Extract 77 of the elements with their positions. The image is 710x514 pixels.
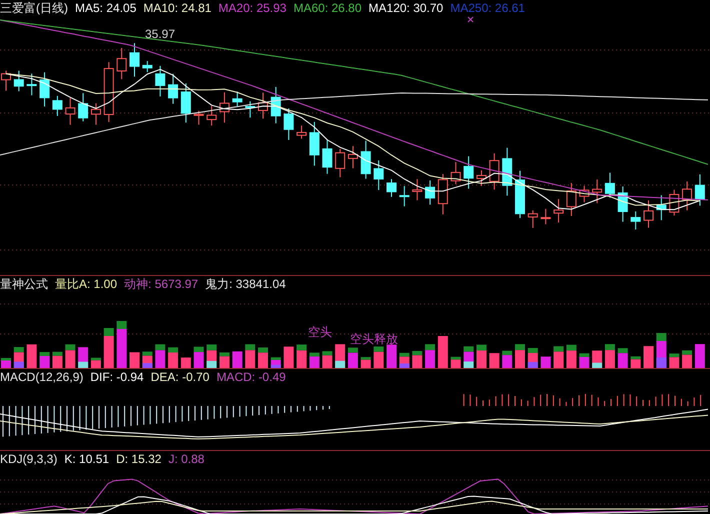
cross-marker-icon [468, 16, 474, 22]
legend-text: 量神公式 [0, 277, 48, 292]
candlestick [142, 60, 152, 73]
candlestick [116, 47, 127, 80]
candlestick [284, 108, 294, 140]
candlestick [554, 198, 564, 223]
chart-annotation: 空头 [308, 325, 332, 339]
candlestick [65, 97, 76, 126]
candlestick [694, 174, 705, 206]
candlestick [682, 180, 692, 211]
candlestick [26, 73, 37, 96]
candlestick [130, 42, 140, 78]
candlestick [656, 194, 666, 221]
candlestick [438, 174, 448, 215]
candlestick [386, 178, 396, 198]
candlestick [232, 91, 242, 107]
candlestick [630, 210, 641, 230]
peak-price-label: 35.97 [145, 27, 176, 41]
legend-text: MA250: 26.61 [450, 1, 525, 16]
candlestick [540, 208, 551, 225]
candlestick [360, 140, 371, 180]
candlestick [168, 73, 178, 104]
legend-text: DEA: -0.70 [150, 370, 210, 385]
candlestick [425, 180, 436, 206]
candlestick [322, 138, 332, 174]
candlestick [604, 172, 615, 198]
legend-text: 动神: 5673.97 [124, 277, 198, 292]
candlestick [592, 178, 602, 204]
candlestick [579, 185, 590, 203]
legend-text: KDJ(9,3,3) [0, 452, 58, 467]
candlestick [528, 210, 538, 228]
legend-text: MA120: 30.70 [368, 1, 444, 16]
legend-text: 鬼力: 33841.04 [205, 277, 286, 292]
candlestick [348, 146, 358, 169]
chart-annotation: 空头释放 [350, 332, 398, 346]
candlestick [374, 160, 384, 190]
legend-text: J: 0.88 [168, 452, 204, 467]
candlestick [476, 170, 486, 187]
legend-text: MACD(12,26,9) [0, 370, 84, 385]
legend-text: MACD: -0.49 [216, 370, 286, 385]
legend-text: K: 10.51 [64, 452, 110, 467]
candlestick [644, 200, 654, 228]
legend-text: D: 15.32 [116, 452, 162, 467]
candlestick [489, 152, 500, 190]
candlestick [309, 121, 320, 166]
candlestick [90, 102, 101, 126]
candlestick [270, 86, 281, 124]
legend-text: 量比A: 1.00 [55, 277, 118, 292]
candlestick [180, 82, 191, 124]
legend-text: DIF: -0.94 [90, 370, 144, 385]
candlestick [566, 182, 576, 217]
candlestick [669, 189, 680, 216]
candlestick [219, 92, 230, 124]
candlestick [412, 178, 422, 201]
candlestick [104, 62, 114, 122]
candlestick [78, 92, 88, 122]
candlestick [258, 92, 268, 120]
legend-text: MA20: 25.93 [218, 1, 286, 16]
legend-text: MA10: 24.81 [143, 1, 212, 16]
candlestick [206, 105, 217, 126]
candlestick [515, 170, 525, 218]
legend-text: 三爱富(日线) [0, 1, 68, 16]
candlestick [194, 110, 204, 126]
candlestick [52, 95, 62, 116]
candlestick [296, 125, 307, 140]
candlestick [245, 100, 256, 118]
candlestick [335, 148, 346, 178]
legend-text: MA5: 24.05 [75, 1, 136, 16]
candlestick [14, 70, 24, 92]
candlestick [399, 186, 410, 207]
candlestick [502, 147, 512, 196]
candlestick [464, 156, 474, 190]
candlestick [450, 162, 461, 185]
candlestick [618, 186, 628, 222]
candlestick [40, 72, 50, 107]
candlestick [155, 65, 166, 97]
legend-text: MA60: 26.80 [293, 1, 362, 16]
